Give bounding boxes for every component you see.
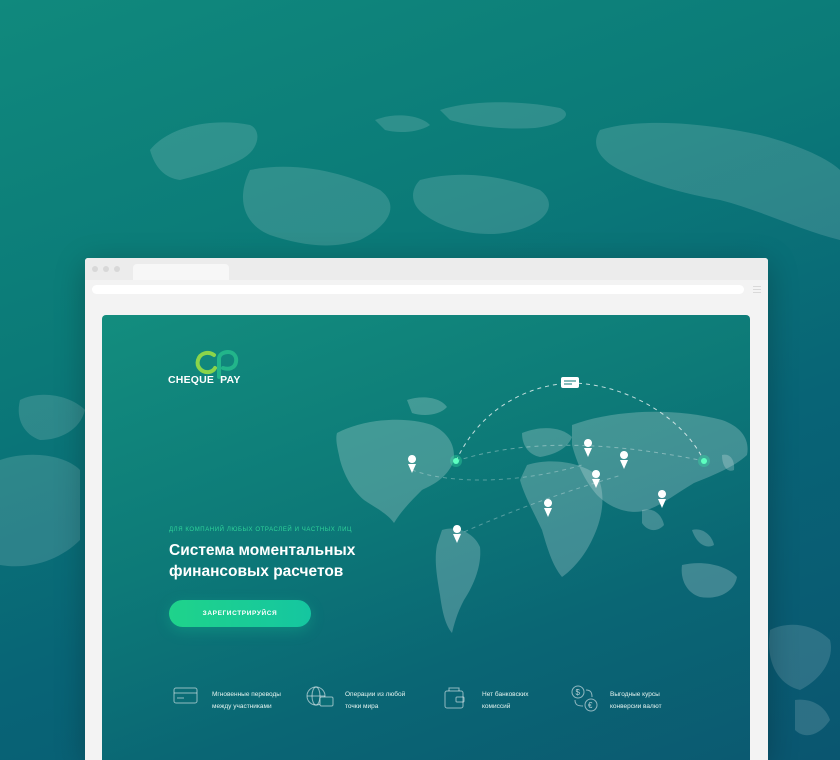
svg-text:€: € — [588, 701, 593, 710]
minimize-window-dot[interactable] — [103, 266, 109, 272]
feature-text: Выгодные курсы конверсии валют — [610, 689, 662, 713]
window-controls — [92, 266, 120, 272]
feature-text: Мгновенные переводы между участниками — [212, 689, 281, 713]
wallet-icon — [444, 687, 465, 709]
logo-wordmark: CHEQUE PAY — [168, 374, 241, 386]
globe-card-icon — [306, 686, 334, 707]
close-window-dot[interactable] — [92, 266, 98, 272]
logo-word-cheque: CHEQUE — [168, 374, 215, 386]
maximize-window-dot[interactable] — [114, 266, 120, 272]
transfer-marker-icon — [561, 377, 579, 388]
hero-eyebrow: ДЛЯ КОМПАНИЙ ЛЮБЫХ ОТРАСЛЕЙ И ЧАСТНЫХ ЛИ… — [169, 527, 353, 533]
feature-text: Операции из любой точки мира — [345, 689, 405, 713]
register-button[interactable]: ЗАРЕГИСТРИРУЙСЯ — [169, 600, 311, 627]
feature-line-1: Нет банковских — [482, 691, 529, 698]
feature-line-1: Операции из любой — [345, 691, 406, 698]
browser-tab-bar — [85, 258, 768, 280]
feature-line-1: Выгодные курсы — [610, 691, 660, 698]
chequepay-logo[interactable]: CHEQUE PAY — [168, 349, 258, 389]
feature-text: Нет банковских комиссий — [482, 689, 529, 713]
feature-line-2: конверсии валют — [610, 703, 662, 710]
browser-tab[interactable] — [133, 264, 229, 280]
continents — [336, 397, 748, 633]
feature-line-2: точки мира — [345, 703, 379, 710]
features-row: Мгновенные переводы между участниками Оп… — [172, 680, 692, 720]
browser-window: CHEQUE PAY ДЛЯ КОМПАНИЙ ЛЮБЫХ ОТРАСЛЕЙ И … — [85, 258, 768, 760]
feature-line-1: Мгновенные переводы — [212, 691, 281, 698]
hero-title-line-1: Система моментальных — [169, 542, 356, 559]
website-viewport: CHEQUE PAY ДЛЯ КОМПАНИЙ ЛЮБЫХ ОТРАСЛЕЙ И … — [102, 315, 750, 760]
browser-menu-icon[interactable] — [753, 286, 761, 295]
address-bar[interactable] — [92, 285, 744, 294]
location-pin-icon — [658, 490, 667, 508]
hero-title-line-2: финансовых расчетов — [169, 563, 344, 580]
card-icon — [173, 687, 198, 704]
svg-text:$: $ — [576, 688, 581, 697]
feature-line-2: комиссий — [482, 703, 511, 710]
currency-exchange-icon: $ € — [571, 685, 598, 712]
hero-title: Система моментальных финансовых расчетов — [169, 540, 429, 582]
feature-line-2: между участниками — [212, 703, 272, 710]
logo-word-pay: PAY — [220, 374, 241, 386]
